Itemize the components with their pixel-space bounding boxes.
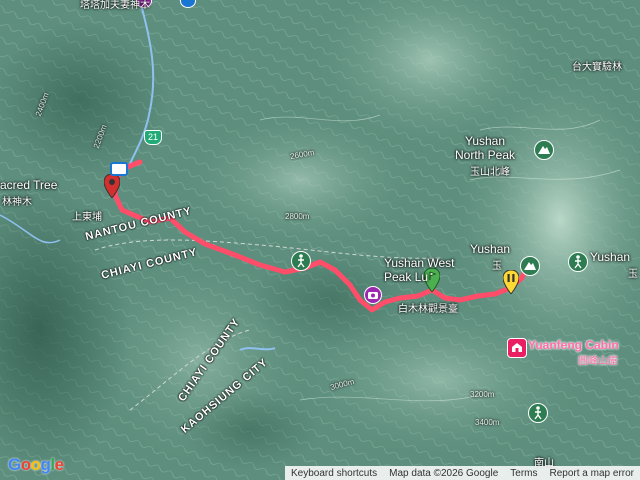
sacred-tree-label: acred Tree: [0, 178, 58, 192]
elevation-label: 2800m: [285, 212, 310, 221]
hiker-icon[interactable]: [291, 251, 311, 271]
end-marker-icon[interactable]: [502, 269, 520, 295]
yushan-east-zh-label: 玉: [628, 269, 638, 280]
trailhead-marker-icon[interactable]: [110, 162, 128, 176]
sacred-tree-zh-label: 林神木: [2, 197, 32, 208]
yushan-east-label: Yushan: [590, 250, 631, 264]
google-logo: Google: [8, 455, 64, 474]
hiker-icon-south[interactable]: [528, 403, 548, 423]
attribution-bar: Keyboard shortcuts Map data ©2026 Google…: [284, 466, 640, 480]
shangdongpu-label: 上東埔: [72, 212, 102, 223]
temple-label: 塔塔加夫妻神木: [80, 0, 150, 11]
cabin-icon[interactable]: [507, 338, 527, 358]
elevation-label: 3200m: [470, 390, 495, 399]
start-marker-icon[interactable]: [103, 173, 121, 199]
north-peak-zh-label: 玉山北峰: [470, 167, 510, 178]
elevation-label: 3400m: [475, 418, 500, 427]
yushan-peak-icon[interactable]: [520, 256, 540, 276]
report-error-link[interactable]: Report a map error: [544, 468, 640, 479]
cabin-zh-label: 圓峰山屋: [578, 356, 618, 367]
terms-link[interactable]: Terms: [504, 468, 543, 479]
viewpoint-icon[interactable]: [364, 286, 382, 304]
north-peak-icon[interactable]: [534, 140, 554, 160]
baimulin-label: 白木林觀景臺: [398, 304, 458, 315]
cabin-label: Yuanfeng Cabin: [528, 338, 619, 352]
forest-station-label: 台大實驗林: [572, 62, 622, 73]
keyboard-shortcuts-link[interactable]: Keyboard shortcuts: [285, 468, 383, 479]
terrain-map[interactable]: 21 塔塔加夫妻神木 acred Tree 林神木 上東埔 台大實驗林 Yush…: [0, 0, 640, 480]
yushan-zh-label: 玉: [492, 261, 502, 272]
west-peak-label: Yushan West Peak Lu: [384, 256, 455, 284]
map-data-text: Map data ©2026 Google: [389, 467, 499, 479]
north-peak-label: Yushan North Peak: [455, 134, 516, 162]
hiker-icon-east[interactable]: [568, 252, 588, 272]
yushan-label: Yushan: [470, 242, 511, 256]
highway-shield: 21: [144, 130, 162, 145]
